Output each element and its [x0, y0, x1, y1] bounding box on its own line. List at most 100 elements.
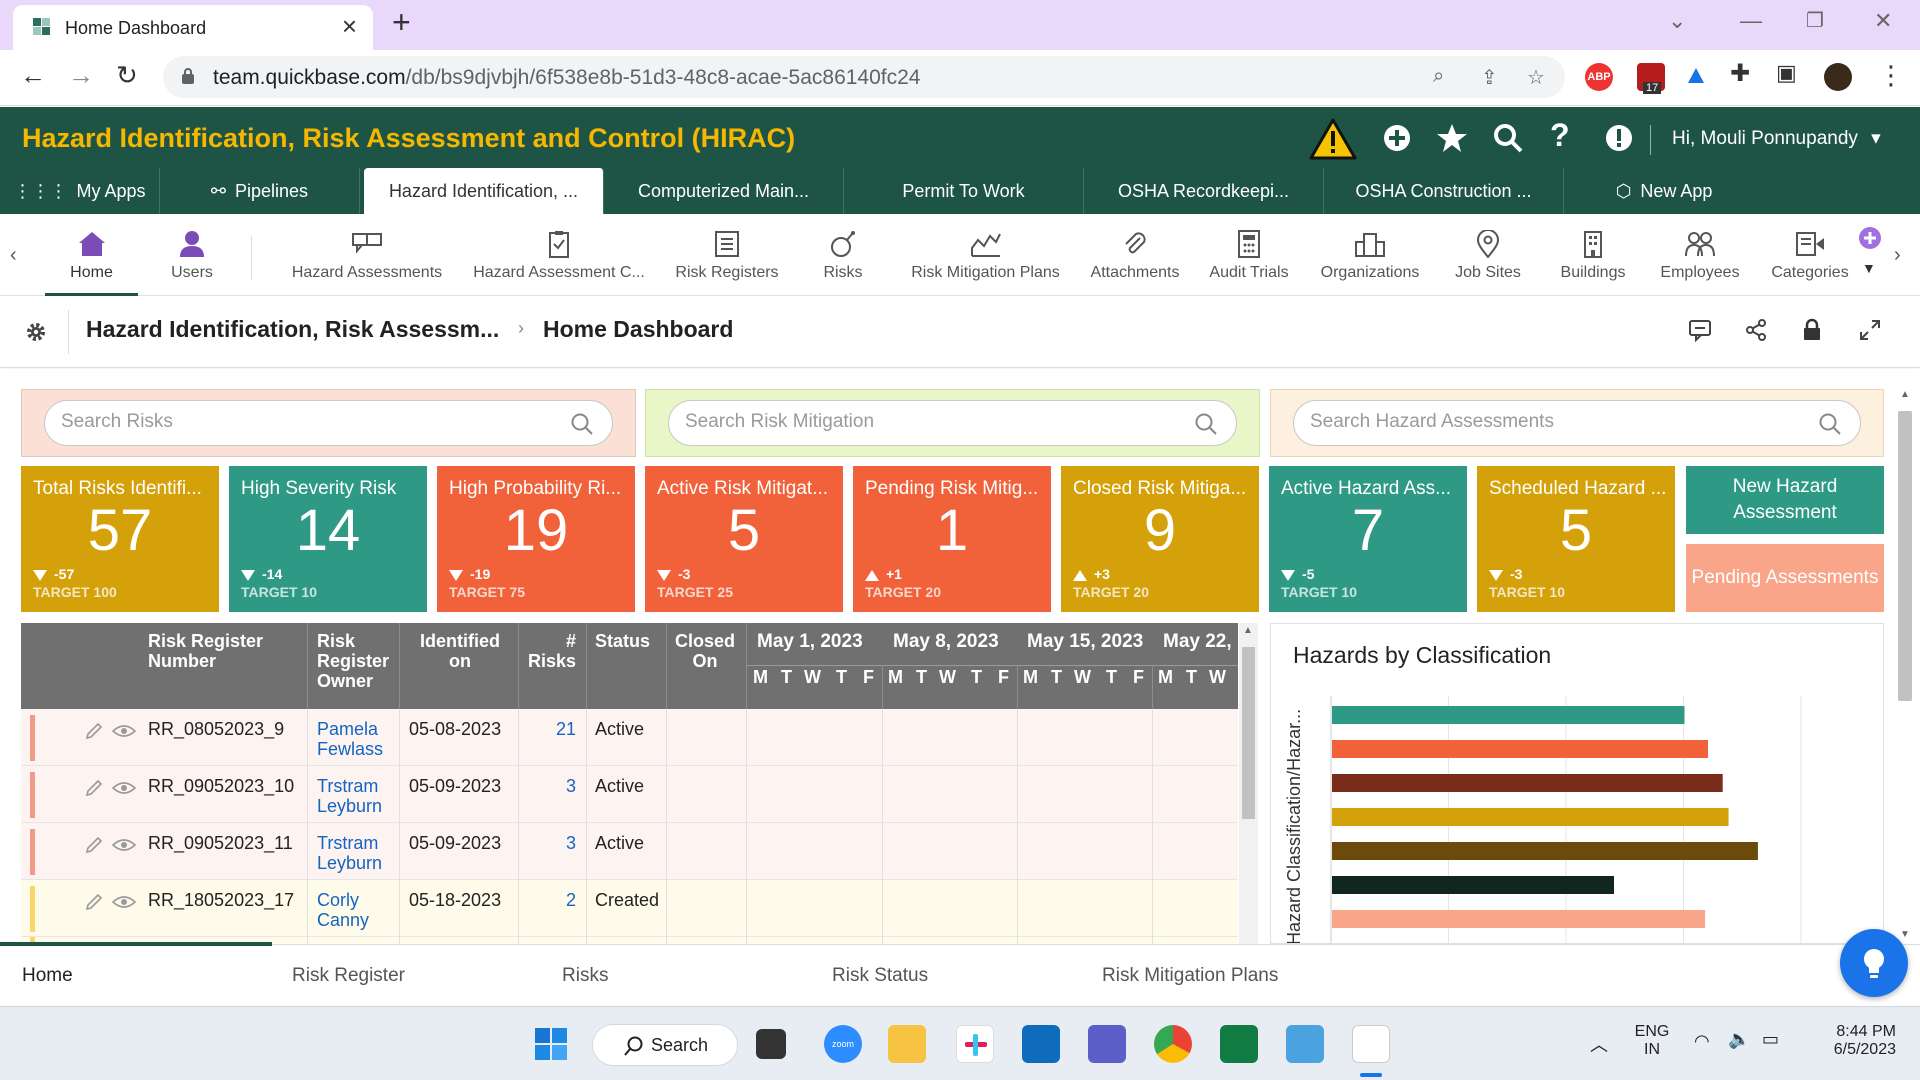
page-audit-trials[interactable]: Audit Trials [1199, 214, 1299, 296]
kpi-active-hazard-assessments[interactable]: Active Hazard Ass... 7 -5 TARGET 10 [1269, 466, 1467, 612]
user-menu[interactable]: Hi, Mouli Ponnupandy ▾ [1672, 127, 1881, 150]
side-panel-icon[interactable]: ▣ [1776, 62, 1797, 84]
zoom-icon[interactable]: ⌕ [1433, 65, 1444, 88]
tab-permit-to-work[interactable]: Permit To Work [844, 168, 1084, 214]
taskbar-search[interactable]: Search [592, 1024, 738, 1066]
tab-hazard-identification[interactable]: Hazard Identification, ... [364, 168, 604, 214]
vpn-extension-icon[interactable] [1682, 63, 1710, 91]
search-risks-field[interactable] [44, 400, 613, 446]
alert-icon[interactable] [1602, 121, 1636, 155]
feedback-icon[interactable] [1688, 318, 1712, 342]
tab-risk-register[interactable]: Risk Register [292, 965, 405, 987]
battery-icon[interactable]: ▭ [1762, 1029, 1779, 1050]
col-header-owner[interactable]: Risk Register Owner [317, 631, 397, 691]
tab-pipelines[interactable]: ⚯ Pipelines [160, 168, 360, 214]
page-buildings[interactable]: Buildings [1546, 214, 1640, 296]
search-hazard-input[interactable] [1310, 411, 1763, 433]
kpi-scheduled-hazard-assessments[interactable]: Scheduled Hazard ... 5 -3 TARGET 10 [1477, 466, 1675, 612]
tab-osha-recordkeeping[interactable]: OSHA Recordkeepi... [1084, 168, 1324, 214]
menu-kebab-icon[interactable]: ⋮ [1878, 62, 1904, 88]
table-scrollbar[interactable]: ▲ [1239, 623, 1258, 944]
scroll-up-icon[interactable]: ▲ [1900, 389, 1910, 400]
chart-bar[interactable] [1332, 740, 1708, 758]
tab-osha-construction[interactable]: OSHA Construction ... [1324, 168, 1564, 214]
chart-bar[interactable] [1332, 842, 1758, 860]
search-hazard-field[interactable] [1293, 400, 1861, 446]
chart-bar[interactable] [1332, 774, 1723, 792]
page-job-sites[interactable]: Job Sites [1442, 214, 1534, 296]
tab-risks[interactable]: Risks [562, 965, 608, 987]
tab-risk-status[interactable]: Risk Status [832, 965, 928, 987]
tab-computerized-maintenance[interactable]: Computerized Main... [604, 168, 844, 214]
search-icon[interactable] [1194, 412, 1218, 436]
kpi-active-risk-mitigation[interactable]: Active Risk Mitigat... 5 -3 TARGET 25 [645, 466, 843, 612]
windows-start-icon[interactable] [534, 1027, 568, 1061]
kpi-high-probability-risk[interactable]: High Probability Ri... 19 -19 TARGET 75 [437, 466, 635, 612]
pending-assessments-button[interactable]: Pending Assessments [1686, 544, 1884, 612]
language-indicator[interactable]: ENG IN [1632, 1023, 1672, 1059]
browser-tab[interactable]: Home Dashboard × [13, 5, 373, 50]
snipping-tool-icon[interactable] [1352, 1025, 1390, 1063]
share-icon[interactable]: ⇪ [1481, 65, 1498, 90]
search-risks-input[interactable] [61, 411, 515, 433]
zoom-app-icon[interactable]: zoom [824, 1025, 862, 1063]
col-header-risks[interactable]: # Risks [526, 631, 576, 671]
page-hazard-assessments[interactable]: Hazard Assessments [282, 214, 452, 296]
tab-new-app[interactable]: ⬡ New App [1564, 168, 1764, 214]
tab-search-icon[interactable]: ⌄ [1668, 8, 1686, 34]
slack-icon[interactable] [956, 1025, 994, 1063]
scroll-up-icon[interactable]: ▲ [1243, 625, 1253, 636]
volume-icon[interactable]: 🔈 [1728, 1029, 1750, 1050]
search-icon[interactable] [570, 412, 594, 436]
help-lightbulb-button[interactable] [1840, 929, 1908, 997]
kpi-closed-risk-mitigation[interactable]: Closed Risk Mitiga... 9 +3 TARGET 20 [1061, 466, 1259, 612]
chart-bar[interactable] [1332, 910, 1706, 928]
breadcrumb-app-link[interactable]: Hazard Identification, Risk Assessm... [86, 316, 499, 343]
page-organizations[interactable]: Organizations [1310, 214, 1430, 296]
forward-icon[interactable]: → [68, 62, 94, 88]
table-row[interactable]: RR_09052023_11 Trstram Leyburn 05-09-202… [21, 823, 1238, 880]
edit-pencil-icon[interactable] [84, 892, 104, 912]
page-attachments[interactable]: Attachments [1085, 214, 1185, 296]
scroll-right-icon[interactable]: › [1894, 244, 1901, 267]
search-mitigation-input[interactable] [685, 411, 1139, 433]
view-eye-icon[interactable] [112, 721, 136, 741]
tab-home[interactable]: Home [22, 965, 73, 987]
view-eye-icon[interactable] [112, 835, 136, 855]
col-header-identified[interactable]: Identified on [415, 631, 505, 671]
table-row[interactable]: RR_18052023_17 Corly Canny 05-18-2023 2 … [21, 880, 1238, 937]
page-risk-mitigation-plans[interactable]: Risk Mitigation Plans [898, 214, 1073, 296]
help-icon[interactable]: ? [1550, 117, 1570, 154]
fullscreen-icon[interactable] [1858, 318, 1882, 342]
clock[interactable]: 8:44 PM 6/5/2023 [1800, 1023, 1896, 1059]
new-hazard-assessment-button[interactable]: New Hazard Assessment [1686, 466, 1884, 534]
excel-icon[interactable] [1220, 1025, 1258, 1063]
extensions-puzzle-icon[interactable]: ✚ [1730, 62, 1750, 86]
warning-icon[interactable] [1308, 117, 1358, 161]
owner-link[interactable]: Corly Canny [317, 890, 397, 930]
scroll-left-icon[interactable]: ‹ [10, 244, 17, 267]
add-icon[interactable] [1380, 121, 1414, 155]
kpi-pending-risk-mitigation[interactable]: Pending Risk Mitig... 1 +1 TARGET 20 [853, 466, 1051, 612]
reload-icon[interactable]: ↻ [116, 62, 138, 88]
edit-pencil-icon[interactable] [84, 835, 104, 855]
share-icon[interactable] [1744, 318, 1768, 342]
page-hazard-assessment-c[interactable]: Hazard Assessment C... [464, 214, 654, 296]
owner-link[interactable]: Pamela Fewlass [317, 719, 397, 759]
favorites-star-icon[interactable] [1435, 121, 1469, 155]
page-employees[interactable]: Employees [1652, 214, 1748, 296]
teams-icon[interactable] [1088, 1025, 1126, 1063]
minimize-icon[interactable]: — [1740, 8, 1762, 34]
page-risks[interactable]: Risks [800, 214, 886, 296]
risks-count-link[interactable]: 21 [526, 719, 576, 739]
tab-risk-mitigation-plans[interactable]: Risk Mitigation Plans [1102, 965, 1278, 987]
tab-my-apps[interactable]: ⋮⋮⋮ My Apps [0, 168, 160, 214]
table-row[interactable]: RR_09052023_10 Trstram Leyburn 05-09-202… [21, 766, 1238, 823]
page-scroll-thumb[interactable] [1898, 411, 1912, 701]
task-view-icon[interactable] [756, 1029, 786, 1059]
table-scroll-thumb[interactable] [1242, 647, 1255, 819]
risks-count-link[interactable]: 3 [526, 776, 576, 796]
tab-close-icon[interactable]: × [342, 13, 357, 39]
profile-avatar[interactable] [1824, 63, 1852, 91]
more-pages-icon[interactable]: ▼ [1862, 260, 1876, 276]
